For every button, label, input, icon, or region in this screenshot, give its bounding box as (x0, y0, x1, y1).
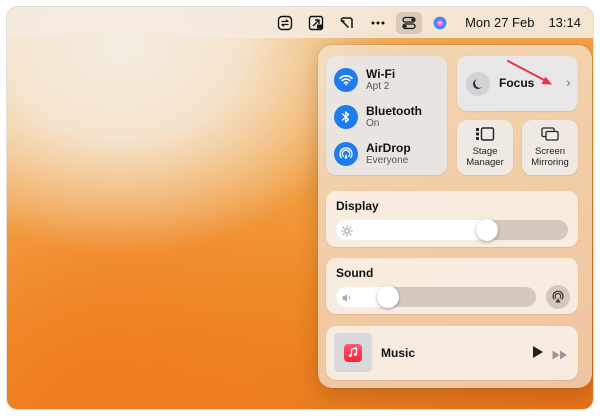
display-slider-knob[interactable] (476, 219, 498, 241)
control-center-panel: Wi-Fi Apt 2 Bluetooth On AirDrop Everyon… (318, 45, 592, 388)
bluetooth-icon (334, 105, 358, 129)
play-icon[interactable] (532, 345, 544, 364)
wifi-icon (334, 68, 358, 92)
menu-bar: Mon 27 Feb 13:14 (7, 7, 593, 38)
album-artwork (334, 333, 372, 372)
airdrop-toggle[interactable]: AirDrop Everyone (334, 141, 411, 167)
sound-volume-slider[interactable] (336, 287, 536, 307)
moon-icon (466, 72, 490, 96)
wifi-network-name: Apt 2 (366, 81, 390, 92)
focus-tile[interactable]: Focus › (457, 56, 578, 111)
music-label: Music (381, 346, 416, 360)
sound-title: Sound (336, 266, 374, 280)
screen-mirroring-icon (522, 127, 578, 141)
sound-tile: Sound (326, 258, 578, 314)
bluetooth-toggle[interactable]: Bluetooth On (334, 104, 422, 130)
screen-mirroring-label-2: Mirroring (531, 157, 569, 168)
screen-mirroring-button[interactable]: Screen Mirroring (522, 120, 578, 175)
sound-slider-knob[interactable] (377, 286, 399, 308)
screen-sharing-icon[interactable] (303, 12, 329, 34)
fast-forward-icon[interactable] (552, 347, 568, 365)
desktop-screen: Mon 27 Feb 13:14 Wi-Fi Apt 2 Bluetooth O… (7, 7, 593, 409)
more-icon[interactable] (365, 12, 391, 34)
siri-icon[interactable] (427, 12, 453, 34)
airplay-audio-button[interactable] (546, 285, 570, 309)
menu-bar-time[interactable]: 13:14 (548, 15, 581, 30)
stage-manager-button[interactable]: Stage Manager (457, 120, 513, 175)
music-note-icon (344, 343, 362, 362)
stage-manager-label-2: Manager (466, 157, 504, 168)
stage-manager-icon (457, 127, 513, 141)
stage-manager-label-1: Stage (472, 146, 498, 157)
airdrop-visibility: Everyone (366, 155, 409, 166)
now-playing-tile[interactable]: Music (326, 326, 578, 380)
sync-icon[interactable] (272, 12, 298, 34)
menu-bar-date[interactable]: Mon 27 Feb (465, 15, 534, 30)
speaker-icon (341, 291, 353, 307)
network-tile: Wi-Fi Apt 2 Bluetooth On AirDrop Everyon… (326, 56, 447, 175)
stage-icon[interactable] (334, 12, 360, 34)
bluetooth-status: On (366, 118, 380, 129)
airdrop-icon (334, 142, 358, 166)
wifi-title: Wi-Fi (366, 67, 396, 81)
airdrop-title: AirDrop (366, 141, 411, 155)
focus-label: Focus (499, 76, 535, 90)
airplay-icon (552, 290, 564, 303)
wifi-toggle[interactable]: Wi-Fi Apt 2 (334, 67, 395, 93)
bluetooth-title: Bluetooth (366, 104, 422, 118)
display-tile: Display (326, 191, 578, 247)
display-title: Display (336, 199, 379, 213)
screen-mirroring-label-1: Screen (534, 146, 566, 157)
display-brightness-slider[interactable] (336, 220, 568, 240)
sun-icon (341, 224, 353, 240)
display-slider-fill (336, 220, 487, 240)
control-center-icon[interactable] (396, 11, 423, 34)
chevron-right-icon[interactable]: › (566, 74, 571, 90)
